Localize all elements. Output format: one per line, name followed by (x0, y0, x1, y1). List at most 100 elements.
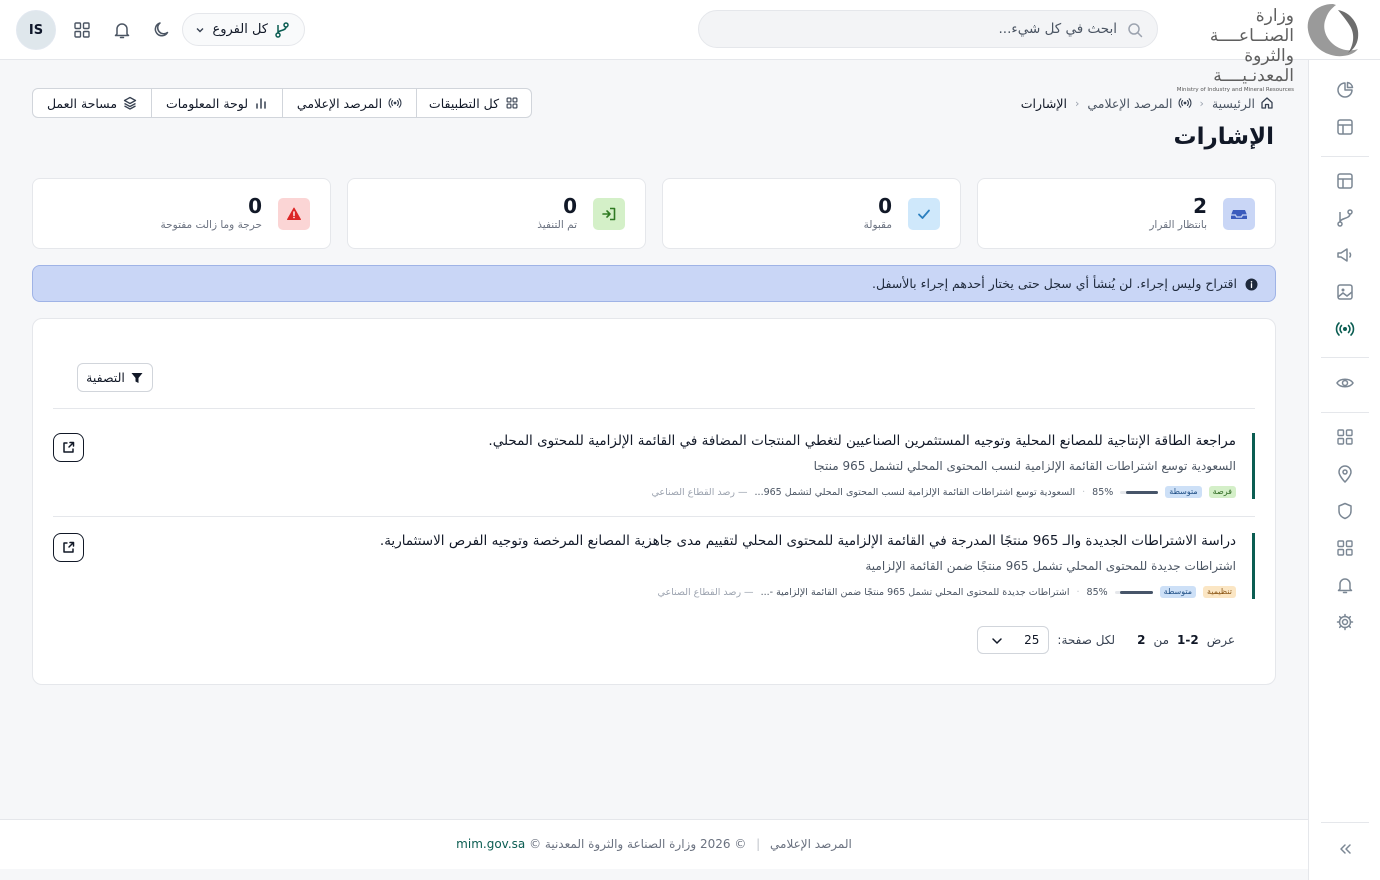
branch-selector[interactable]: كل الفروع (182, 13, 305, 46)
signal-accent-bar (1252, 533, 1255, 599)
layout-icon[interactable] (1335, 171, 1355, 191)
grid-icon[interactable] (1335, 427, 1355, 447)
sign-in-icon (602, 207, 616, 221)
tab-all-apps[interactable]: كل التطبيقات (416, 89, 531, 117)
broadcast-icon[interactable] (1335, 319, 1355, 339)
app-tabs: كل التطبيقات المرصد الإعلامي لوحة المعلو… (32, 88, 532, 118)
sidebar-divider (1321, 822, 1369, 823)
dark-mode-icon[interactable] (152, 20, 172, 40)
broadcast-icon (388, 98, 402, 108)
logo-text: وزارة الصنــاعــــة والثروة المعدنـيــــ… (1170, 6, 1294, 94)
stat-label: تم التنفيذ (537, 219, 577, 231)
confidence-bar (1120, 490, 1159, 494)
ministry-logo[interactable]: وزارة الصنــاعــــة والثروة المعدنـيــــ… (1170, 0, 1366, 93)
logo-arabic-line2: والثروة المعدنـيــــة (1213, 46, 1294, 86)
grid-icon[interactable] (1335, 538, 1355, 558)
source-label: — رصد القطاع الصناعي (651, 486, 748, 498)
gear-icon[interactable] (1335, 612, 1355, 632)
footer-site-link[interactable]: mim.gov.sa (456, 837, 525, 851)
footer-app-name: المرصد الإعلامي (770, 837, 852, 851)
home-icon (1261, 97, 1273, 109)
pagination: عرض 1-2 من 2 لكل صفحة: 25 (977, 626, 1235, 654)
stat-card-pending[interactable]: 2 بانتظار القرار (977, 178, 1276, 249)
source-excerpt: السعودية توسع اشتراطات القائمة الإلزامية… (754, 486, 1076, 498)
inbox-icon (1231, 210, 1247, 219)
map-pin-icon[interactable] (1335, 464, 1355, 484)
stat-badge (1223, 198, 1255, 230)
pagination-range: 1-2 (1177, 633, 1199, 647)
external-link-icon (63, 441, 75, 453)
per-page-select[interactable]: 25 (977, 626, 1050, 654)
layout-icon[interactable] (1335, 117, 1355, 137)
signal-meta: فرصة متوسطة 85% · السعودية توسع اشتراطات… (651, 485, 1236, 499)
info-banner: اقتراح وليس إجراء. لن يُنشأ أي سجل حتى ي… (32, 265, 1276, 302)
tab-workspace[interactable]: مساحة العمل (33, 89, 151, 117)
breadcrumb-parent[interactable]: المرصد الإعلامي (1087, 96, 1191, 111)
stat-badge (593, 198, 625, 230)
stat-card-critical-open[interactable]: 0 حرجة وما زالت مفتوحة (32, 178, 331, 249)
stat-badge (278, 198, 310, 230)
logo-arabic-line1: وزارة الصنــاعــــة (1209, 6, 1294, 46)
search-input[interactable] (717, 11, 1117, 47)
signal-meta: تنظيمية متوسطة 85% · اشتراطات جديدة للمح… (658, 585, 1236, 599)
stat-card-accepted[interactable]: 0 مقبولة (662, 178, 961, 249)
footer-text: المرصد الإعلامي | © 2026 وزارة الصناعة و… (0, 837, 1308, 851)
user-avatar[interactable]: IS (16, 10, 56, 50)
banner-text: اقتراح وليس إجراء. لن يُنشأ أي سجل حتى ي… (872, 276, 1237, 291)
tab-label: المرصد الإعلامي (296, 95, 383, 111)
breadcrumb-separator: ‹ (1199, 96, 1204, 110)
breadcrumb-separator: ‹ (1074, 96, 1080, 110)
bell-icon[interactable] (1335, 575, 1355, 595)
source-excerpt: اشتراطات جديدة للمحتوى المحلي تشمل 965 م… (760, 586, 1070, 598)
grid-icon (506, 97, 518, 109)
sidebar-divider (1321, 412, 1369, 413)
breadcrumb-home[interactable]: الرئيسية (1212, 96, 1274, 111)
broadcast-icon (1178, 98, 1191, 108)
pie-chart-icon[interactable] (1335, 80, 1355, 100)
logo-english: Ministry of Industry and Mineral Resourc… (1176, 87, 1294, 93)
breadcrumb-current: الإشارات (1020, 95, 1067, 111)
branch-icon[interactable] (1335, 208, 1355, 228)
signal-title[interactable]: مراجعة الطاقة الإنتاجية للمصانع المحلية … (488, 433, 1236, 449)
per-page-label: لكل صفحة: (1057, 633, 1116, 647)
eye-icon[interactable] (1335, 373, 1355, 393)
stat-card-executed[interactable]: 0 تم التنفيذ (347, 178, 646, 249)
open-external-button[interactable] (53, 533, 84, 562)
confidence-fill (1120, 590, 1153, 594)
stat-label: مقبولة (863, 219, 892, 231)
pagination-prefix: عرض (1206, 633, 1235, 647)
shield-icon[interactable] (1335, 501, 1355, 521)
layers-icon (123, 96, 137, 110)
megaphone-icon[interactable] (1335, 245, 1355, 265)
priority-tag: متوسطة (1159, 586, 1197, 598)
filter-button[interactable]: التصفية (77, 363, 153, 392)
global-search[interactable] (698, 10, 1158, 48)
chevron-down-icon (992, 638, 1003, 645)
filter-label: التصفية (86, 370, 125, 385)
open-external-button[interactable] (53, 433, 84, 462)
check-icon (918, 209, 930, 219)
collapse-icon[interactable] (1335, 839, 1355, 859)
bell-icon[interactable] (112, 20, 132, 40)
signal-title[interactable]: دراسة الاشتراطات الجديدة والـ 965 منتجًا… (380, 533, 1236, 549)
stat-value: 0 (563, 194, 577, 218)
panel-divider (53, 408, 1255, 409)
tab-label: لوحة المعلومات (165, 95, 249, 111)
signal-accent-bar (1252, 433, 1255, 499)
footer-copyright: © 2026 وزارة الصناعة والثروة المعدنية © (529, 837, 747, 851)
confidence-label: 85% (1086, 586, 1108, 598)
tab-label: مساحة العمل (46, 95, 118, 111)
confidence-fill (1125, 490, 1159, 494)
apps-grid-icon[interactable] (72, 20, 92, 40)
page-title: الإشارات (1173, 124, 1274, 150)
type-tag: تنظيمية (1203, 586, 1236, 598)
bar-chart-icon (256, 98, 266, 109)
pagination-of: من (1153, 633, 1170, 647)
signal-subtitle: اشتراطات جديدة للمحتوى المحلي تشمل 965 م… (865, 559, 1236, 573)
tab-dashboard[interactable]: لوحة المعلومات (151, 89, 282, 117)
info-icon (1245, 278, 1258, 291)
image-icon[interactable] (1335, 282, 1355, 302)
tab-media-observatory[interactable]: المرصد الإعلامي (282, 89, 416, 117)
branch-label: كل الفروع (212, 22, 268, 37)
breadcrumb-parent-label: المرصد الإعلامي (1087, 95, 1173, 111)
